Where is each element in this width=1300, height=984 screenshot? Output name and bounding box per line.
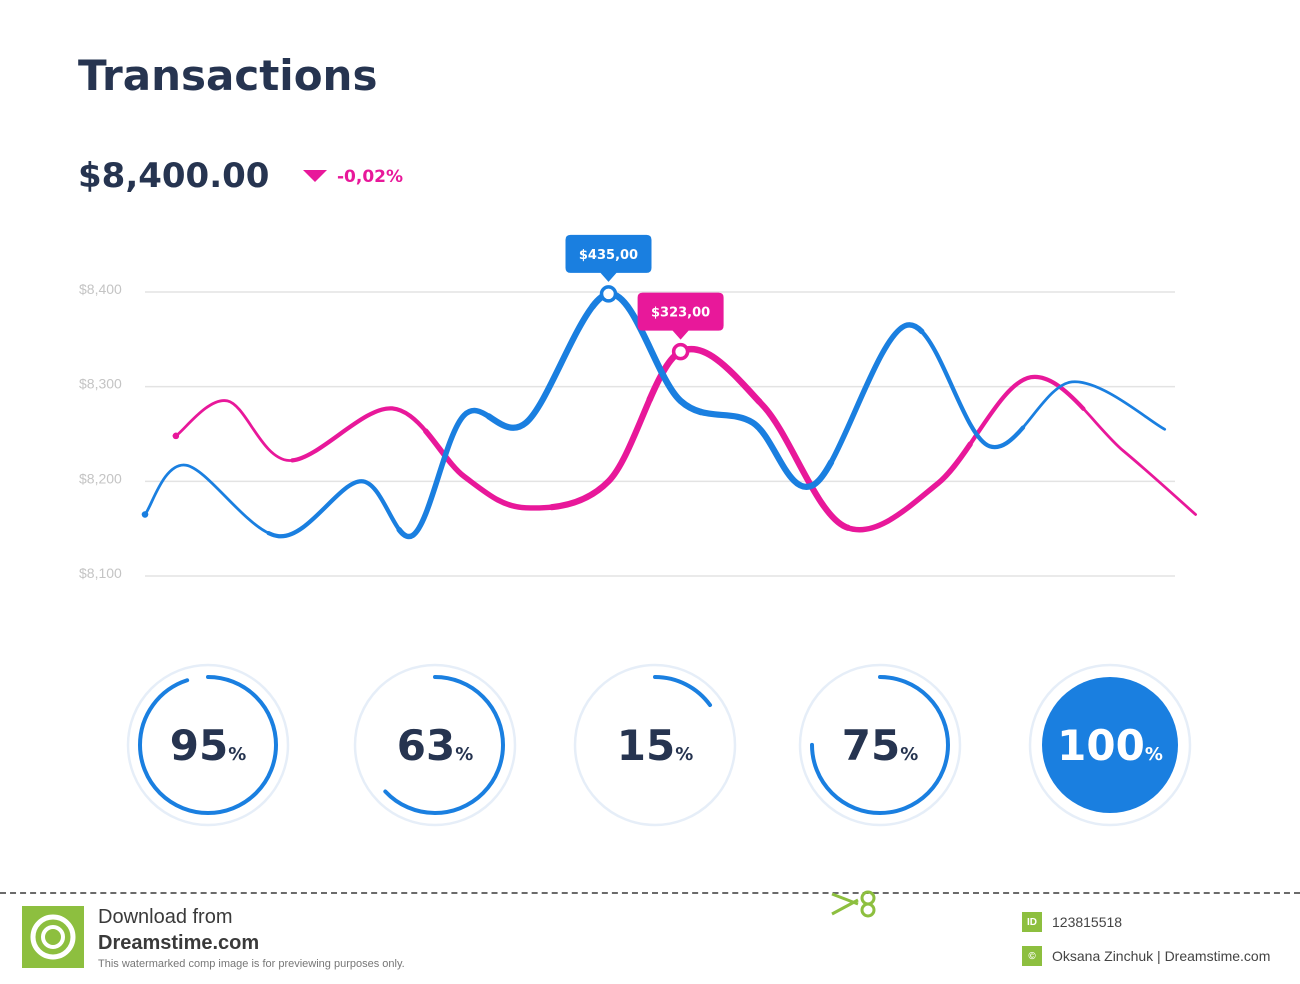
tooltip-blue: $435,00 bbox=[565, 234, 652, 303]
gauge-value: 95 bbox=[170, 721, 228, 770]
gauge-unit: % bbox=[1145, 744, 1163, 765]
scissors-icon bbox=[831, 890, 876, 918]
gauges: 95% 63% 15% 75% 100% bbox=[126, 663, 1192, 827]
svg-text:63%: 63% bbox=[397, 721, 474, 770]
image-author: Oksana Zinchuk | Dreamstime.com bbox=[1052, 948, 1271, 964]
page-title: Transactions bbox=[78, 51, 377, 100]
watermark-line1: Download from bbox=[98, 906, 233, 928]
change-value: -0,02% bbox=[337, 167, 403, 187]
gauge-15: 15% bbox=[573, 663, 737, 827]
caret-down-icon bbox=[303, 170, 327, 182]
watermark-line2: Dreamstime.com bbox=[98, 932, 260, 954]
gauge-value: 75 bbox=[842, 721, 900, 770]
svg-text:75%: 75% bbox=[842, 721, 919, 770]
gauge-unit: % bbox=[900, 744, 918, 765]
dreamstime-logo-icon bbox=[22, 906, 84, 968]
y-tick-label: $8,100 bbox=[79, 565, 122, 581]
gauge-75: 75% bbox=[798, 663, 962, 827]
y-tick-label: $8,200 bbox=[79, 470, 122, 486]
watermark-note: This watermarked comp image is for previ… bbox=[98, 958, 405, 970]
series-marker bbox=[671, 342, 690, 361]
tooltip-label: $435,00 bbox=[579, 248, 638, 263]
grid bbox=[145, 291, 1175, 577]
chart-canvas: Transactions $8,400.00 -0,02% $8,400 $8,… bbox=[78, 51, 1199, 827]
tooltip-label: $323,00 bbox=[651, 306, 710, 321]
y-tick-label: $8,300 bbox=[79, 376, 122, 392]
watermark-footer: Download from Dreamstime.com This waterm… bbox=[0, 890, 1300, 984]
total-amount: $8,400.00 bbox=[78, 156, 269, 196]
gauge-value: 100 bbox=[1057, 721, 1145, 770]
y-tick-label: $8,400 bbox=[79, 281, 122, 297]
copyright-icon: © bbox=[1022, 946, 1042, 966]
svg-text:95%: 95% bbox=[170, 721, 247, 770]
gauge-100: 100% bbox=[1028, 663, 1192, 827]
gauge-95: 95% bbox=[126, 663, 290, 827]
gauge-unit: % bbox=[455, 744, 473, 765]
series-marker bbox=[599, 285, 618, 303]
y-axis: $8,400 $8,300 $8,200 $8,100 bbox=[79, 281, 122, 581]
gauge-63: 63% bbox=[353, 663, 517, 827]
gauge-unit: % bbox=[675, 744, 693, 765]
gauge-value: 63 bbox=[397, 721, 455, 770]
id-badge-icon: ID bbox=[1022, 912, 1042, 932]
svg-text:15%: 15% bbox=[617, 721, 694, 770]
gauge-unit: % bbox=[228, 744, 246, 765]
gauge-value: 15 bbox=[617, 721, 675, 770]
image-id: 123815518 bbox=[1052, 914, 1123, 930]
